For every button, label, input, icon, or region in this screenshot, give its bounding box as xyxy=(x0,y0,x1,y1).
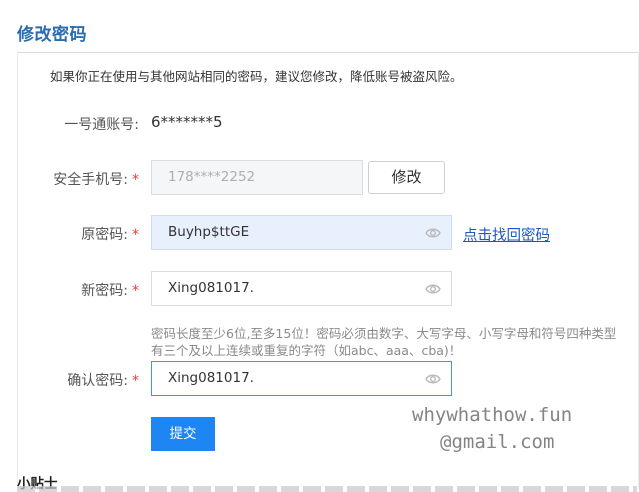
old-password-field[interactable]: Buyhp$ttGE xyxy=(151,215,452,250)
watermark: whywhathow.fun @gmail.com xyxy=(412,402,572,456)
panel-left-border xyxy=(17,52,18,490)
new-password-label-text: 新密码: xyxy=(81,283,128,299)
tips-text-cutoff xyxy=(17,486,637,492)
password-hint: 密码长度至少6位,至多15位！密码必须由数字、大写字母、小写字母和符号四种类型 … xyxy=(151,325,616,359)
password-hint-line1: 密码长度至少6位,至多15位！密码必须由数字、大写字母、小写字母和符号四种类型 xyxy=(151,326,617,341)
submit-button[interactable]: 提交 xyxy=(151,417,215,451)
phone-value: 178****2252 xyxy=(168,169,256,185)
new-password-value: Xing081017. xyxy=(168,280,254,296)
page-title: 修改密码 xyxy=(17,25,87,45)
phone-field: 178****2252 xyxy=(151,160,363,195)
confirm-password-value: Xing081017. xyxy=(168,370,254,386)
phone-label: 安全手机号: * xyxy=(53,169,139,189)
phone-label-text: 安全手机号: xyxy=(53,172,128,188)
account-label-text: 一号通账号: xyxy=(64,117,139,133)
eye-icon[interactable] xyxy=(425,372,441,386)
eye-icon[interactable] xyxy=(425,226,441,240)
old-password-label: 原密码: * xyxy=(81,224,139,244)
title-divider xyxy=(17,52,639,53)
confirm-password-label-text: 确认密码: xyxy=(67,373,128,389)
account-value: 6*******5 xyxy=(151,113,223,131)
modify-phone-button[interactable]: 修改 xyxy=(368,161,445,194)
watermark-line1: whywhathow.fun xyxy=(412,404,573,426)
eye-icon[interactable] xyxy=(425,282,441,296)
account-label: 一号通账号: xyxy=(64,114,139,134)
new-password-label: 新密码: * xyxy=(81,280,139,300)
required-mark: * xyxy=(132,172,139,188)
security-notice: 如果你正在使用与其他网站相同的密码，建议您修改，降低账号被盗风险。 xyxy=(50,69,463,84)
required-mark: * xyxy=(132,373,139,389)
forgot-password-link[interactable]: 点击找回密码 xyxy=(463,224,550,245)
required-mark: * xyxy=(132,283,139,299)
old-password-label-text: 原密码: xyxy=(81,227,128,243)
new-password-field[interactable]: Xing081017. xyxy=(151,271,452,306)
confirm-password-label: 确认密码: * xyxy=(67,370,139,390)
watermark-line2: @gmail.com xyxy=(440,431,555,453)
password-hint-line2: 有三个及以上连续或重复的字符（如abc、aaa、cba)！ xyxy=(151,343,462,358)
old-password-value: Buyhp$ttGE xyxy=(168,224,250,240)
confirm-password-field[interactable]: Xing081017. xyxy=(151,361,452,396)
required-mark: * xyxy=(132,227,139,243)
